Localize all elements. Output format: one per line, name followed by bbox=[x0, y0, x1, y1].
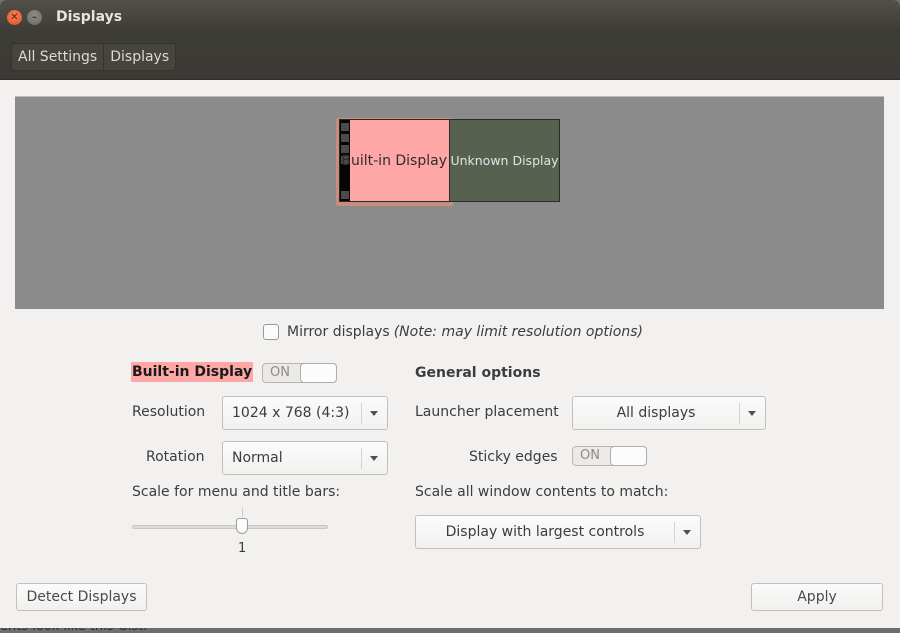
detect-displays-button[interactable]: Detect Displays bbox=[16, 583, 147, 611]
mirror-note: (Note: may limit resolution options) bbox=[393, 324, 643, 340]
scale-slider-tick bbox=[242, 508, 243, 517]
scale-contents-dropdown[interactable]: Display with largest controls bbox=[415, 515, 701, 549]
breadcrumb-displays[interactable]: Displays bbox=[103, 44, 175, 70]
window-title: Displays bbox=[56, 9, 123, 25]
background-text: ents look like this Gist. bbox=[0, 628, 147, 633]
background-window-strip: ents look like this Gist. bbox=[0, 628, 900, 633]
title-bar: ✕ – Displays All Settings Displays bbox=[0, 0, 900, 80]
breadcrumb: All Settings Displays bbox=[11, 43, 177, 71]
rotation-label: Rotation bbox=[146, 449, 205, 465]
launcher-icon bbox=[341, 134, 349, 142]
launcher-icon bbox=[341, 123, 349, 131]
scale-contents-value: Display with largest controls bbox=[445, 524, 645, 540]
scale-slider-handle[interactable] bbox=[236, 518, 248, 534]
minimize-icon: – bbox=[32, 11, 37, 23]
resolution-value: 1024 x 768 (4:3) bbox=[232, 405, 350, 421]
chevron-down-icon bbox=[748, 411, 756, 416]
builtin-monitor-label: Built-in Display bbox=[341, 153, 447, 169]
launcher-placement-dropdown[interactable]: All displays bbox=[572, 396, 766, 430]
unknown-monitor-label: Unknown Display bbox=[450, 153, 559, 168]
apply-label: Apply bbox=[797, 589, 837, 605]
mirror-displays-label: Mirror displays (Note: may limit resoluti… bbox=[287, 324, 643, 340]
toggle-state-label: ON bbox=[580, 448, 600, 463]
apply-button[interactable]: Apply bbox=[751, 583, 883, 611]
launcher-icon bbox=[341, 145, 349, 153]
scale-contents-label: Scale all window contents to match: bbox=[415, 484, 669, 500]
displays-window: ✕ – Displays All Settings Displays Built… bbox=[0, 0, 900, 628]
dropdown-separator bbox=[361, 448, 362, 469]
scale-slider-value: 1 bbox=[238, 541, 247, 556]
detect-displays-label: Detect Displays bbox=[26, 589, 137, 605]
mirror-displays-checkbox[interactable] bbox=[263, 324, 279, 340]
builtin-display-header: Built-in Display bbox=[131, 362, 254, 382]
minimize-button[interactable]: – bbox=[27, 10, 42, 25]
general-options-header: General options bbox=[415, 365, 541, 381]
close-button[interactable]: ✕ bbox=[7, 10, 22, 25]
breadcrumb-all-settings[interactable]: All Settings bbox=[12, 44, 103, 70]
toggle-knob bbox=[300, 363, 337, 383]
toggle-state-label: ON bbox=[270, 365, 290, 380]
toggle-knob bbox=[610, 446, 647, 466]
dropdown-separator bbox=[361, 403, 362, 424]
launcher-placement-value: All displays bbox=[616, 405, 696, 421]
resolution-label: Resolution bbox=[132, 404, 206, 420]
chevron-down-icon bbox=[370, 456, 378, 461]
launcher-placement-label: Launcher placement bbox=[415, 404, 559, 420]
launcher-icon bbox=[341, 191, 349, 199]
close-icon: ✕ bbox=[10, 11, 19, 23]
chevron-down-icon bbox=[683, 530, 691, 535]
resolution-dropdown[interactable]: 1024 x 768 (4:3) bbox=[222, 396, 388, 430]
sticky-edges-toggle[interactable]: ON bbox=[572, 446, 647, 466]
dropdown-separator bbox=[739, 403, 740, 424]
sticky-edges-label: Sticky edges bbox=[469, 449, 558, 465]
dropdown-separator bbox=[674, 522, 675, 543]
builtin-display-monitor[interactable]: Built-in Display bbox=[339, 119, 450, 202]
scale-slider-track[interactable] bbox=[132, 525, 328, 529]
rotation-value: Normal bbox=[232, 450, 283, 466]
chevron-down-icon bbox=[370, 411, 378, 416]
builtin-display-power-toggle[interactable]: ON bbox=[262, 363, 337, 383]
unknown-display-monitor[interactable]: Unknown Display bbox=[449, 119, 560, 202]
mirror-displays-row: Mirror displays (Note: may limit resoluti… bbox=[263, 324, 643, 340]
scale-menu-label: Scale for menu and title bars: bbox=[132, 484, 341, 500]
rotation-dropdown[interactable]: Normal bbox=[222, 441, 388, 475]
